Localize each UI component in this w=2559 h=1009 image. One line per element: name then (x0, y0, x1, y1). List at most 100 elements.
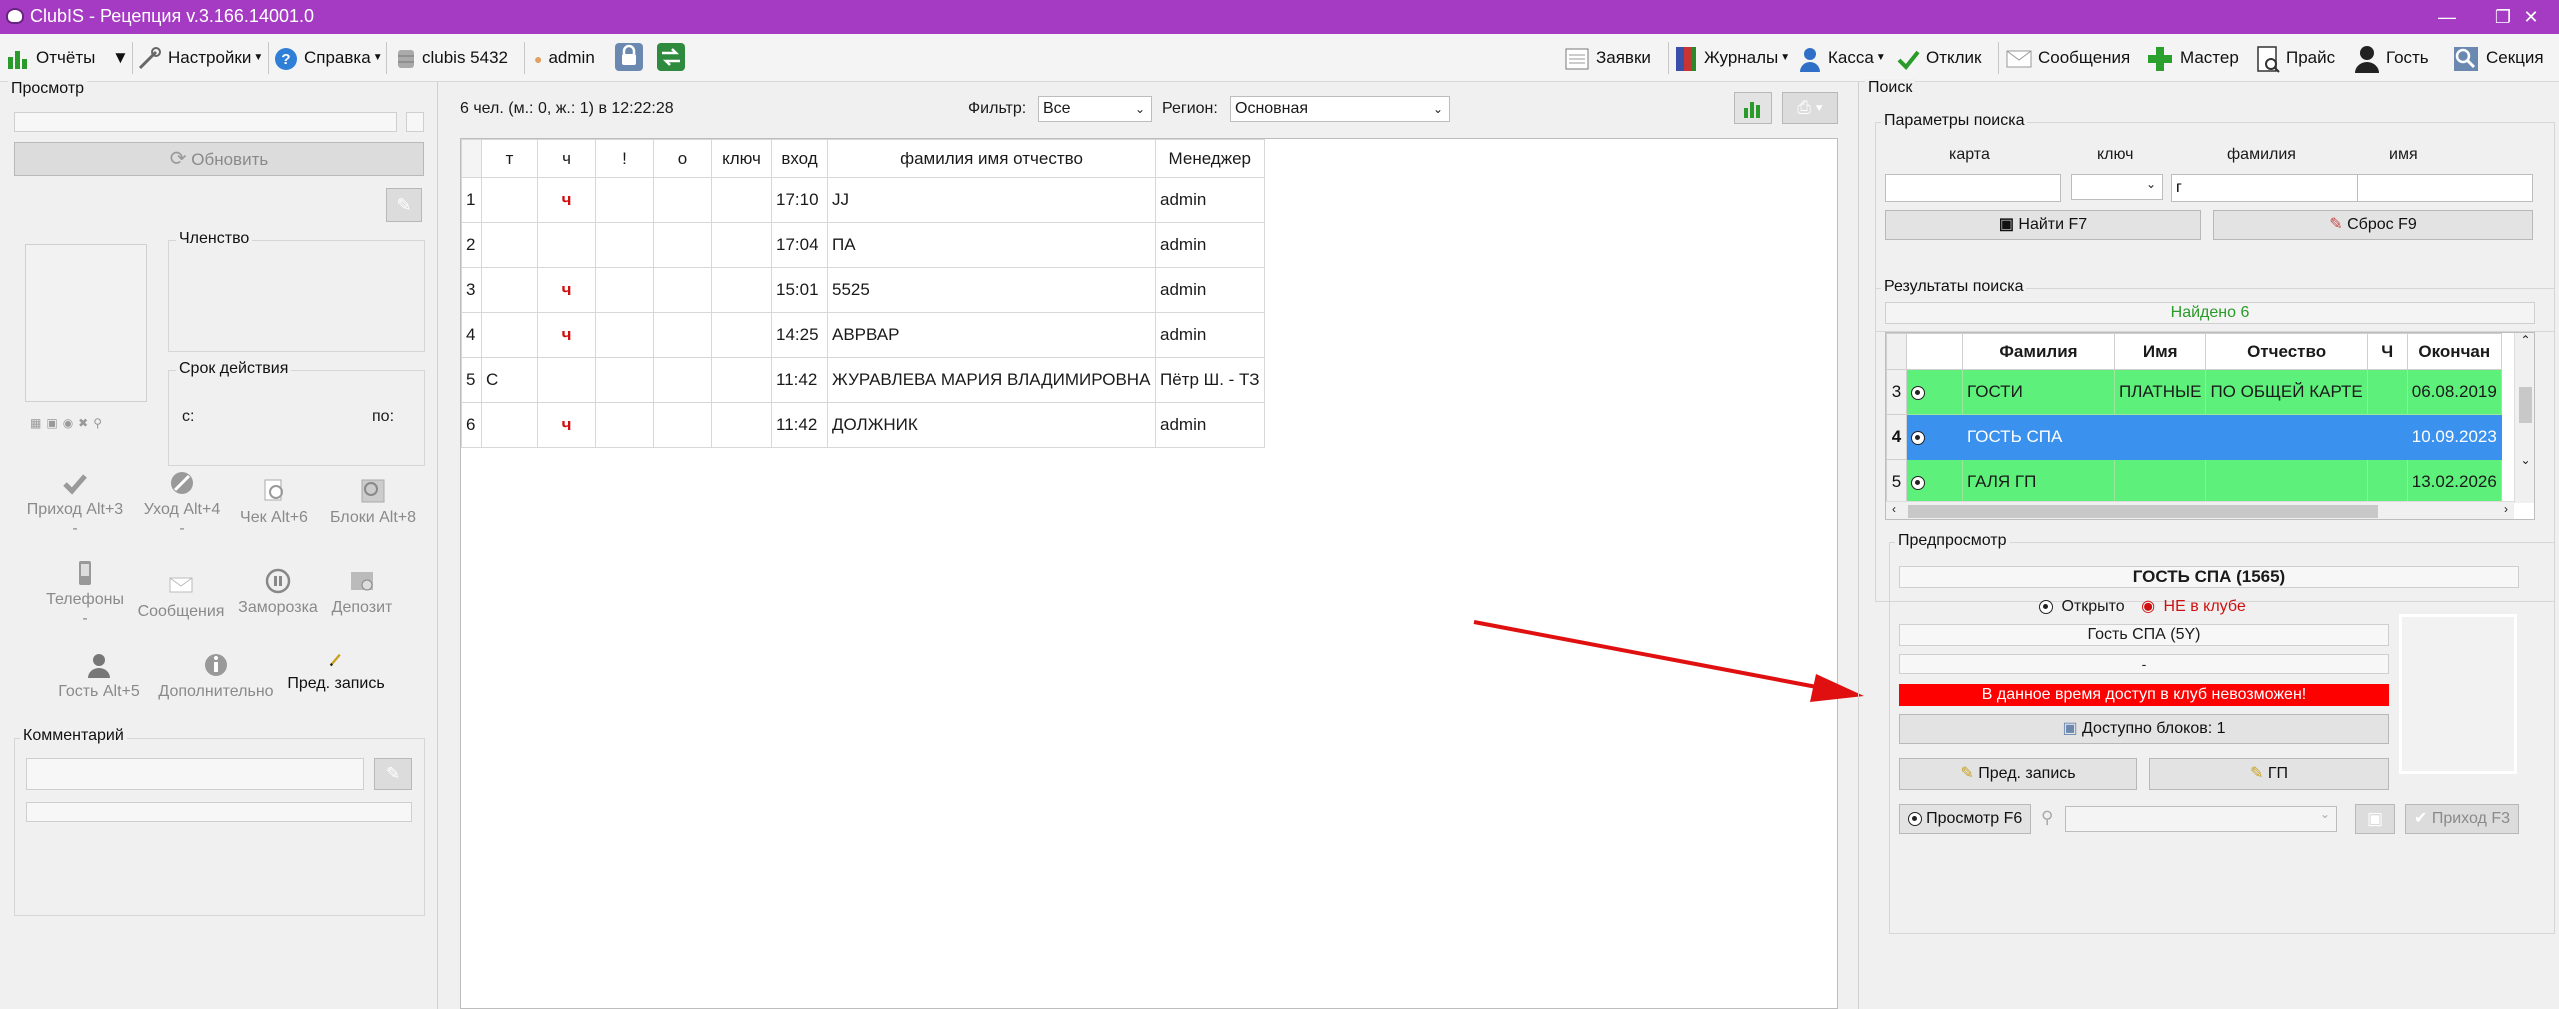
col-alert[interactable]: ! (595, 139, 654, 178)
key-search-select[interactable]: ⌄ (2071, 174, 2163, 200)
scroll-right-icon[interactable]: › (2504, 502, 2508, 516)
col-ch[interactable]: ч (537, 139, 596, 178)
requests-button[interactable]: Заявки (1564, 42, 1651, 74)
cell-o (653, 267, 712, 313)
open-photo-icon[interactable]: ▦ (30, 416, 46, 430)
section-button[interactable]: Секция (2452, 42, 2544, 74)
messages-button[interactable]: Сообщения (2006, 42, 2130, 74)
prebook-button[interactable]: ✎ Пред. запись (1899, 758, 2137, 790)
col-key[interactable]: ключ (711, 139, 772, 178)
print-menu-button[interactable]: ⎙ ▾ (1782, 92, 1838, 124)
gp-button[interactable]: ✎ ГП (2149, 758, 2389, 790)
table-row[interactable]: 3 ч 15:01 5525 admin (461, 267, 1265, 313)
result-row[interactable]: 4 ГОСТЬ СПА 10.09.2023 (1886, 414, 2502, 460)
save-photo-icon[interactable]: ▣ (46, 416, 62, 430)
master-button[interactable]: Мастер (2146, 42, 2239, 74)
h-scroll-thumb[interactable] (1908, 505, 2378, 518)
requests-icon (1565, 48, 1589, 70)
price-button[interactable]: Прайс (2256, 42, 2335, 74)
journals-icon (1676, 46, 1696, 71)
response-button[interactable]: Отклик (1896, 42, 1982, 74)
res-col-patronymic[interactable]: Отчество (2205, 333, 2368, 370)
journals-menu[interactable]: Журналы ▼ (1674, 42, 1790, 74)
receipt-action[interactable]: Чек Alt+6 (232, 478, 316, 527)
delete-photo-icon[interactable]: ✖ (78, 416, 93, 430)
cell-ch (537, 357, 596, 403)
scroll-down-icon[interactable]: ⌄ (2515, 453, 2534, 467)
name-label: имя (2389, 146, 2418, 163)
name-search-input[interactable] (2357, 174, 2533, 202)
table-row[interactable]: 5 С 11:42 ЖУРАВЛЕВА МАРИЯ ВЛАДИМИРОВНА Пётр … (461, 357, 1265, 403)
minimize-icon[interactable]: — (2419, 0, 2475, 34)
cell-fullname: 5525 (827, 267, 1156, 313)
close-icon[interactable]: ✕ (2503, 0, 2559, 34)
comment-input[interactable] (26, 758, 364, 790)
available-blocks-button[interactable]: ▣ Доступно блоков: 1 (1899, 714, 2389, 744)
refresh-button[interactable]: ⟳ Обновить (14, 142, 424, 176)
zoom-photo-icon[interactable]: ⚲ (93, 416, 107, 430)
res-col-surname[interactable]: Фамилия (1962, 333, 2115, 370)
col-fullname[interactable]: фамилия имя отчество (827, 139, 1156, 178)
cell-key (711, 177, 772, 223)
result-select-cell[interactable] (1906, 414, 1963, 460)
table-row[interactable]: 1 ч 17:10 JJ admin (461, 177, 1265, 223)
comment-label: Комментарий (20, 727, 127, 745)
find-button[interactable]: ▣ Найти F7 (1885, 210, 2201, 240)
region-select[interactable]: Основная ⌄ (1230, 96, 1450, 122)
arrival-f3-button[interactable]: ✔ Приход F3 (2405, 804, 2519, 834)
prebook-action[interactable]: Пред. запись (280, 650, 392, 693)
scroll-left-icon[interactable]: ‹ (1892, 502, 1896, 516)
scroll-thumb[interactable] (2519, 387, 2532, 423)
res-col-name[interactable]: Имя (2113, 333, 2207, 370)
check-out-action[interactable]: Уход Alt+4 - (130, 470, 234, 538)
table-row[interactable]: 4 ч 14:25 АВРВАР admin (461, 312, 1265, 358)
edit-button[interactable]: ✎ (386, 188, 422, 222)
camera-icon[interactable]: ◉ (63, 416, 78, 430)
section-icon (2454, 46, 2478, 71)
cash-menu[interactable]: Касса ▼ (1798, 42, 1886, 74)
key-select[interactable]: ⌄ (2065, 806, 2337, 832)
result-row[interactable]: 5 ГАЛЯ ГП 13.02.2026 (1886, 459, 2502, 505)
col-manager[interactable]: Менеджер (1155, 139, 1265, 178)
card-search-input[interactable] (1885, 174, 2061, 202)
reset-button[interactable]: ✎ Сброс F9 (2213, 210, 2533, 240)
photo-tools[interactable]: ▦▣◉✖⚲ (30, 416, 107, 430)
table-row[interactable]: 2 17:04 ПА admin (461, 222, 1265, 268)
col-entry[interactable]: вход (771, 139, 828, 178)
vertical-scrollbar[interactable]: ⌃ ⌄ (2514, 333, 2534, 503)
deposit-action[interactable]: Депозит (318, 568, 406, 617)
result-name (2113, 459, 2207, 505)
binoculars-button[interactable]: ▣ (2355, 804, 2395, 834)
check-in-action[interactable]: Приход Alt+3 - (16, 470, 134, 538)
lock-button[interactable] (614, 42, 644, 74)
messages-action[interactable]: Сообщения (126, 572, 236, 621)
horizontal-scrollbar[interactable]: ‹ › (1886, 501, 2514, 519)
card-input[interactable] (14, 112, 397, 132)
table-row[interactable]: 6 ч 11:42 ДОЛЖНИК admin (461, 402, 1265, 448)
result-select-cell[interactable] (1906, 459, 1963, 505)
settings-menu[interactable]: Настройки ▼ (136, 42, 263, 74)
user-indicator[interactable]: ● admin (534, 42, 595, 74)
card-input-button[interactable] (406, 112, 424, 132)
res-col-end[interactable]: Окончан (2406, 333, 2502, 370)
guest-action[interactable]: Гость Alt+5 (40, 652, 158, 701)
stats-button[interactable] (1734, 92, 1772, 124)
check-out-sub: - (179, 520, 185, 537)
help-menu[interactable]: ? Справка ▼ (274, 42, 383, 74)
result-select-cell[interactable] (1906, 369, 1963, 415)
reports-menu[interactable]: Отчёты (6, 42, 95, 74)
filter-select[interactable]: Все ⌄ (1038, 96, 1152, 122)
reports-dropdown-arrow[interactable]: ▼ (112, 42, 129, 74)
col-t[interactable]: т (481, 139, 538, 178)
additional-action[interactable]: Дополнительно (154, 652, 278, 701)
guest-button[interactable]: Гость (2354, 42, 2429, 74)
view-f6-button[interactable]: Просмотр F6 (1899, 804, 2031, 834)
col-o[interactable]: о (653, 139, 712, 178)
switch-user-button[interactable] (656, 42, 686, 74)
result-row[interactable]: 3 ГОСТИ ПЛАТНЫЕ ПО ОБЩЕЙ КАРТЕ 06.08.2019 (1886, 369, 2502, 415)
comment-edit-button[interactable]: ✎ (374, 758, 412, 790)
res-col-ch[interactable]: Ч (2366, 333, 2408, 370)
freeze-action[interactable]: Заморозка (232, 568, 324, 617)
scroll-up-icon[interactable]: ⌃ (2515, 333, 2534, 347)
blocks-action[interactable]: Блоки Alt+8 (318, 478, 428, 527)
